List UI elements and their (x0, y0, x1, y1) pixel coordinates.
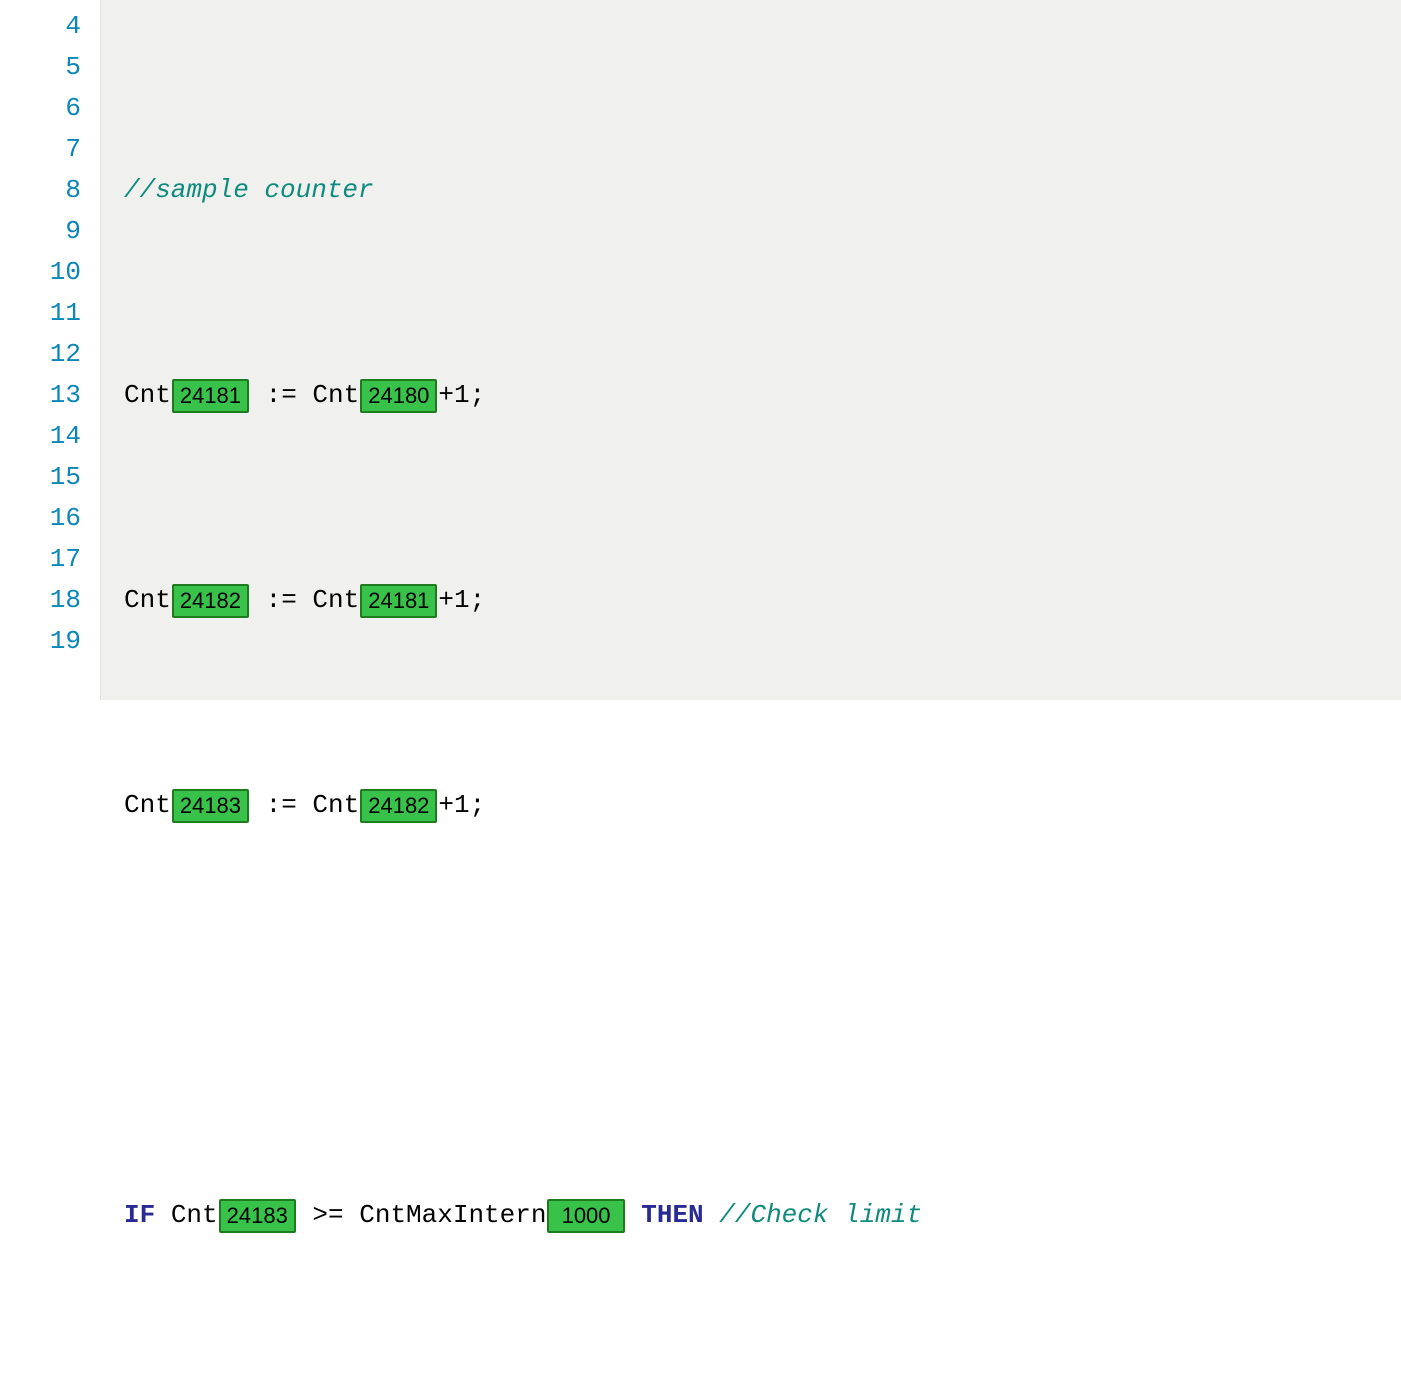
line-number: 15 (0, 457, 95, 498)
line-number-gutter: 4 5 6 7 8 9 10 11 12 13 14 15 16 17 18 1… (0, 0, 96, 700)
operator: := (250, 580, 312, 621)
value-box[interactable]: 1000 (547, 1199, 624, 1233)
identifier: Cnt (124, 375, 171, 416)
identifier: Cnt (171, 1195, 218, 1236)
line-number: 8 (0, 170, 95, 211)
value-box[interactable]: 24182 (172, 584, 249, 618)
code-editor: 4 5 6 7 8 9 10 11 12 13 14 15 16 17 18 1… (0, 0, 1401, 700)
operator: := (250, 785, 312, 826)
code-text: +1; (438, 375, 485, 416)
code-line[interactable]: //sample counter (124, 170, 1401, 211)
line-number: 4 (0, 6, 95, 47)
line-number: 5 (0, 47, 95, 88)
identifier: Cnt (124, 580, 171, 621)
comment: //Check limit (719, 1195, 922, 1236)
value-box[interactable]: 24182 (360, 789, 437, 823)
value-box[interactable]: 24183 (172, 789, 249, 823)
keyword-if: IF (124, 1195, 171, 1236)
code-line[interactable]: IF Cnt24183 >= CntMaxIntern 1000 THEN //… (124, 1195, 1401, 1236)
line-number: 9 (0, 211, 95, 252)
value-box[interactable]: 24181 (360, 584, 437, 618)
line-number: 6 (0, 88, 95, 129)
line-number: 13 (0, 375, 95, 416)
comment: //sample counter (124, 170, 374, 211)
line-number: 17 (0, 539, 95, 580)
line-number: 14 (0, 416, 95, 457)
code-line[interactable]: Cnt24181 := Cnt24180+1; (124, 375, 1401, 416)
value-box[interactable]: 24180 (360, 379, 437, 413)
value-box[interactable]: 24181 (172, 379, 249, 413)
code-line[interactable] (124, 990, 1401, 1031)
line-number: 16 (0, 498, 95, 539)
identifier: CntMaxIntern (359, 1195, 546, 1236)
operator: := (250, 375, 312, 416)
identifier: Cnt (124, 785, 171, 826)
code-text: +1; (438, 580, 485, 621)
line-number: 7 (0, 129, 95, 170)
line-number: 12 (0, 334, 95, 375)
line-number: 11 (0, 293, 95, 334)
identifier: Cnt (312, 580, 359, 621)
operator: >= (297, 1195, 359, 1236)
line-number: 18 (0, 580, 95, 621)
code-area[interactable]: //sample counter Cnt24181 := Cnt24180+1;… (96, 0, 1401, 700)
keyword-then: THEN (626, 1195, 720, 1236)
line-number: 19 (0, 621, 95, 662)
line-number: 10 (0, 252, 95, 293)
code-text: +1; (438, 785, 485, 826)
code-line[interactable]: Cnt24182 := Cnt24181+1; (124, 580, 1401, 621)
value-box[interactable]: 24183 (219, 1199, 296, 1233)
identifier: Cnt (312, 375, 359, 416)
identifier: Cnt (312, 785, 359, 826)
code-line[interactable]: Cnt24183 := Cnt24182+1; (124, 785, 1401, 826)
